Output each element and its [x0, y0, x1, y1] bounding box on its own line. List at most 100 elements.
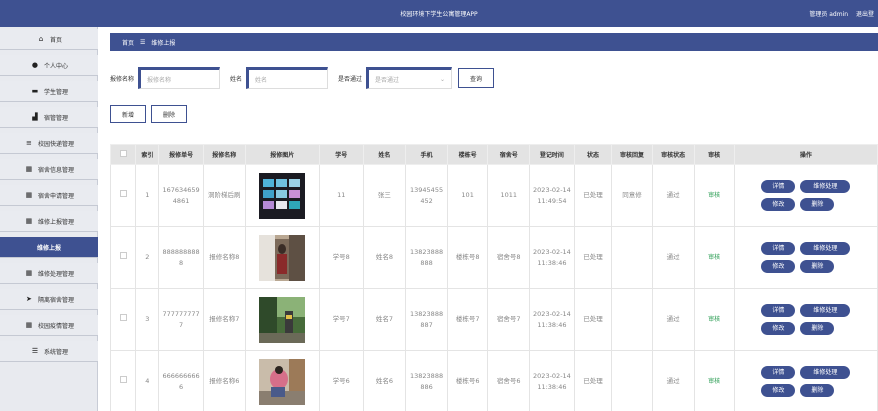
- grid-icon: ▦: [25, 269, 33, 277]
- cell-phone: 13823888888: [404, 226, 449, 289]
- cell-time: 2023-02-14 11:38:46: [529, 226, 575, 289]
- passed-label: 是否通过: [338, 75, 363, 83]
- cell-reply: [611, 226, 653, 289]
- row-select-cell[interactable]: [109, 226, 137, 289]
- repair-image-cell: [244, 288, 320, 351]
- sidebar-item-1[interactable]: ● 个人中心: [0, 55, 98, 76]
- edit-button[interactable]: 修改: [761, 260, 796, 273]
- edit-button[interactable]: 修改: [761, 198, 796, 211]
- list-icon: ≡: [26, 139, 32, 147]
- detail-button[interactable]: 详情: [761, 180, 796, 193]
- repair-photo[interactable]: [259, 359, 305, 405]
- audit-cell: 审核: [693, 164, 735, 227]
- sidebar-item-label: 宿舍信息管理: [37, 166, 74, 174]
- column-header: 学号: [318, 144, 364, 165]
- grid-icon: ▦: [25, 165, 33, 173]
- breadcrumb-home[interactable]: 首页: [122, 38, 134, 47]
- delete-button[interactable]: 删除: [800, 322, 835, 335]
- detail-button[interactable]: 详情: [761, 304, 796, 317]
- delete-button[interactable]: 删除: [800, 260, 835, 273]
- checkbox-icon[interactable]: [119, 376, 127, 384]
- cell-index: 4: [135, 350, 160, 411]
- sidebar-item-5[interactable]: ▦ 宿舍信息管理: [0, 159, 98, 180]
- delete-button[interactable]: 删除: [800, 384, 835, 397]
- passed-select[interactable]: 是否通过 ⌄: [366, 67, 453, 89]
- column-header: 索引: [135, 144, 160, 165]
- sidebar-item-6[interactable]: ▦ 宿舍申请管理: [0, 185, 98, 206]
- cell-reply: [611, 350, 653, 411]
- app-title: 校园环境下学生公寓管理APP: [400, 11, 478, 18]
- row-select-cell[interactable]: [109, 350, 137, 411]
- sidebar-item-0[interactable]: ⌂ 首页: [0, 29, 98, 50]
- row-select-cell[interactable]: [109, 164, 137, 227]
- grid-icon: ▦: [25, 217, 33, 225]
- repair-photo[interactable]: [259, 235, 305, 281]
- cell-status: 已处理: [573, 288, 613, 351]
- cell-student-name: 姓名6: [362, 350, 406, 411]
- cell-room: 1011: [487, 164, 531, 227]
- sidebar-item-label: 宿管管理: [43, 114, 68, 122]
- repair-image-cell: [244, 164, 320, 227]
- table-row: 1 1676346594861 洞阶梯后刷 11 张三 13945455452 101 101…: [109, 164, 878, 227]
- column-header: 姓名: [362, 144, 406, 165]
- edit-button[interactable]: 修改: [761, 322, 796, 335]
- sidebar-item-2[interactable]: ▬ 学生管理: [0, 81, 98, 102]
- checkbox-icon[interactable]: [119, 252, 127, 260]
- audit-link[interactable]: 审核: [708, 378, 720, 385]
- sidebar-item-8[interactable]: 维修上报: [0, 237, 98, 258]
- checkbox-icon[interactable]: [119, 190, 127, 198]
- query-button[interactable]: 查询: [458, 68, 495, 88]
- sidebar-item-7[interactable]: ▦ 维修上报管理: [0, 211, 98, 232]
- sidebar-item-3[interactable]: ▟ 宿管管理: [0, 107, 98, 128]
- cell-order-no: 8888888888: [158, 226, 204, 289]
- sidebar-item-9[interactable]: ▦ 维修处理管理: [0, 263, 98, 284]
- operations-cell: 详情 维修处理 修改 删除: [733, 164, 878, 227]
- checkbox-icon[interactable]: [119, 150, 127, 157]
- cell-audit-status: 通过: [651, 226, 695, 289]
- repair-image-cell: [244, 350, 320, 411]
- repair-process-button[interactable]: 维修处理: [800, 304, 851, 317]
- logout-link[interactable]: 退出登: [856, 11, 874, 18]
- audit-cell: 审核: [693, 350, 735, 411]
- grid-icon: ▦: [25, 321, 33, 329]
- audit-link[interactable]: 审核: [708, 316, 720, 323]
- audit-link[interactable]: 审核: [708, 254, 720, 261]
- add-button[interactable]: 新增: [110, 105, 146, 123]
- repair-process-button[interactable]: 维修处理: [800, 366, 851, 379]
- cell-building: 楼栋号8: [447, 226, 489, 289]
- repair-photo[interactable]: [259, 297, 305, 343]
- cell-status: 已处理: [573, 226, 613, 289]
- column-header: 报修单号: [158, 144, 204, 165]
- select-all-checkbox[interactable]: [109, 144, 137, 165]
- sidebar-item-12[interactable]: ☰ 系统管理: [0, 341, 98, 362]
- cell-audit-status: 通过: [651, 350, 695, 411]
- edit-button[interactable]: 修改: [761, 384, 796, 397]
- monitor-icon: ▬: [31, 87, 39, 95]
- chevron-down-icon: ⌄: [440, 75, 446, 83]
- detail-button[interactable]: 详情: [761, 366, 796, 379]
- sidebar: ⌂ 首页 ● 个人中心 ▬ 学生管理 ▟ 宿管管理 ≡ 校园快递管理 ▦ 宿舍信息管理 ▦ 宿舍申请管理 ▦…: [0, 27, 98, 411]
- sidebar-item-label: 首页: [49, 36, 62, 44]
- delete-button[interactable]: 删除: [800, 198, 835, 211]
- sidebar-item-4[interactable]: ≡ 校园快递管理: [0, 133, 98, 154]
- sidebar-item-10[interactable]: ➤ 隔离宿舍管理: [0, 289, 98, 310]
- person-name-label: 姓名: [230, 75, 243, 83]
- sidebar-item-11[interactable]: ▦ 校园疫情管理: [0, 315, 98, 336]
- cell-student-no: 学号7: [318, 288, 364, 351]
- repair-process-button[interactable]: 维修处理: [800, 242, 851, 255]
- action-bar: 新增 删除: [110, 105, 187, 123]
- repair-name-input[interactable]: 报修名称: [138, 67, 221, 89]
- operations-cell: 详情 维修处理 修改 删除: [733, 288, 878, 351]
- person-name-input[interactable]: 姓名: [246, 67, 329, 89]
- checkbox-icon[interactable]: [119, 314, 127, 322]
- passed-select-value: 是否通过: [375, 76, 400, 84]
- cell-audit-status: 通过: [651, 288, 695, 351]
- column-header: 登记时间: [529, 144, 575, 165]
- batch-delete-button[interactable]: 删除: [151, 105, 187, 123]
- repair-name-label: 报修名称: [110, 75, 135, 83]
- repair-photo[interactable]: [259, 173, 305, 219]
- audit-link[interactable]: 审核: [708, 192, 720, 199]
- row-select-cell[interactable]: [109, 288, 137, 351]
- detail-button[interactable]: 详情: [761, 242, 796, 255]
- repair-process-button[interactable]: 维修处理: [800, 180, 851, 193]
